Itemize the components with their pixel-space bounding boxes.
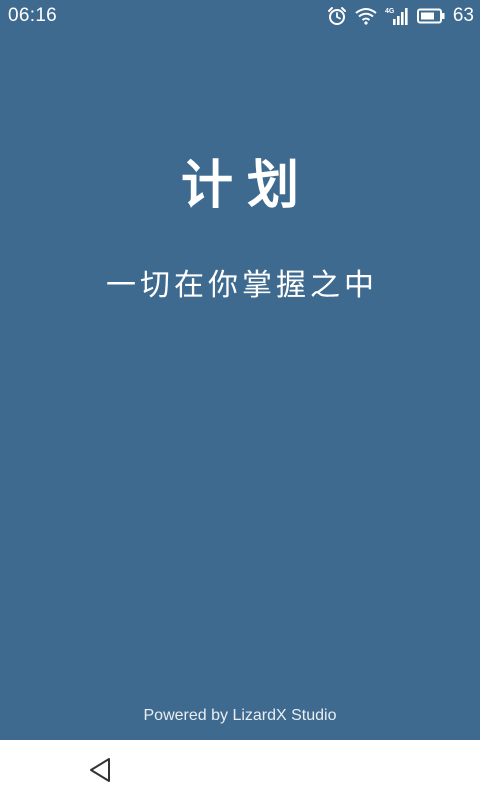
status-bar: 06:16 4G 63: [0, 0, 480, 34]
battery-level-text: 63: [452, 5, 474, 26]
cellular-signal-icon: 4G: [385, 6, 409, 26]
app-slogan: 一切在你掌握之中: [106, 268, 378, 303]
status-time: 06:16: [8, 5, 58, 26]
splash-background: 06:16 4G 63 计划 一切在你掌握之中 Powered by Lizar…: [0, 0, 480, 740]
back-button[interactable]: [78, 748, 122, 792]
alarm-icon: [327, 6, 347, 26]
powered-by-footer: Powered by LizardX Studio: [143, 707, 337, 724]
wifi-icon: [355, 7, 377, 25]
navigation-bar: [0, 740, 480, 800]
back-triangle-icon: [90, 758, 110, 782]
status-icons: 4G 63: [319, 4, 474, 28]
network-type-label: 4G: [385, 8, 395, 15]
splash-screen: 06:16 4G 63 计划 一切在你掌握之中 Powered by Lizar…: [0, 0, 480, 800]
app-title: 计划: [180, 156, 313, 216]
battery-icon: [416, 8, 445, 24]
